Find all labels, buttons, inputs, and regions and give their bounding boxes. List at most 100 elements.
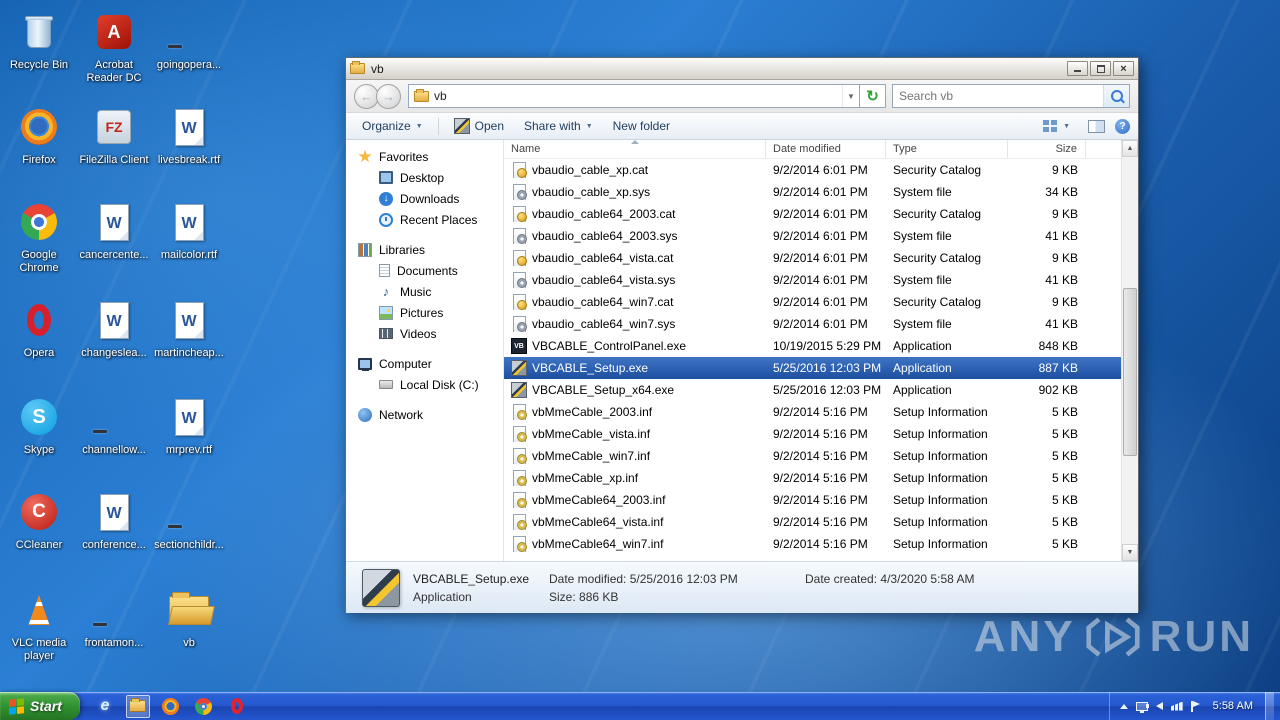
file-modified: 9/2/2014 5:16 PM [773,471,868,485]
views-icon [1043,119,1058,133]
desktop-icon-google-chrome[interactable]: Google Chrome [4,198,74,275]
desktop-icon-goingopera[interactable]: goingopera... [154,8,224,72]
file-row[interactable]: vbMmeCable64_win7.inf 9/2/2014 5:16 PM Set… [504,533,1121,555]
desktop-icon-mrprev[interactable]: mrprev.rtf [154,393,224,457]
minimize-button[interactable] [1067,61,1088,76]
desktop-icon-label: goingopera... [156,59,222,71]
vertical-scrollbar[interactable]: ▲ ▼ [1121,140,1138,561]
file-row[interactable]: vbMmeCable_2003.inf 9/2/2014 5:16 PM Setup… [504,401,1121,423]
file-modified: 9/2/2014 6:01 PM [773,317,868,331]
taskbar-clock[interactable]: 5:58 AM [1213,700,1253,712]
scroll-down-arrow-icon[interactable]: ▼ [1122,544,1138,561]
file-row[interactable]: vbMmeCable64_2003.inf 9/2/2014 5:16 PM Set… [504,489,1121,511]
sidebar-item-local-disk-c[interactable]: Local Disk (C:) [346,374,503,395]
sidebar-section-computer[interactable]: Computer [346,353,503,374]
desktop-icon-ccleaner[interactable]: CCleaner [4,488,74,552]
organize-button[interactable]: Organize ▼ [354,116,431,136]
file-row[interactable]: vbaudio_cable_xp.sys 9/2/2014 6:01 PM Syst… [504,181,1121,203]
desktop-icon-label: channellow... [82,444,146,456]
desktop-icon-martincheap[interactable]: martincheap... [154,296,224,360]
windows-explorer-taskbar-button[interactable] [125,694,150,718]
desktop-icon-vlc[interactable]: VLC media player [4,586,74,663]
sidebar-item-recent-places[interactable]: Recent Places [346,209,503,230]
setup-app-icon [511,360,527,376]
sidebar-section-network[interactable]: Network [346,404,503,425]
internet-explorer-taskbar-icon[interactable] [93,695,117,718]
close-button[interactable]: × [1113,61,1134,76]
file-modified: 9/2/2014 5:16 PM [773,449,868,463]
sidebar-item-pictures[interactable]: Pictures [346,302,503,323]
sidebar-item-documents[interactable]: Documents [346,260,503,281]
refresh-button[interactable]: ↻ [860,84,886,108]
desktop-icon-cancercente[interactable]: cancercente... [79,198,149,262]
new-folder-button[interactable]: New folder [605,116,678,136]
desktop-icon-conference[interactable]: conference... [79,488,149,552]
preview-pane-button[interactable] [1088,119,1105,133]
chrome-taskbar-icon[interactable] [192,695,216,718]
file-row[interactable]: vbaudio_cable64_vista.cat 9/2/2014 6:01 P… [504,247,1121,269]
firefox-taskbar-icon[interactable] [159,695,183,718]
address-bar[interactable]: vb ▼ [408,84,860,108]
action-center-tray-icon[interactable] [1190,700,1201,712]
show-desktop-button[interactable] [1265,692,1274,720]
desktop-icon-mailcolor[interactable]: mailcolor.rtf [154,198,224,262]
file-row[interactable]: vbaudio_cable64_vista.sys 9/2/2014 6:01 P… [504,269,1121,291]
desktop-icon-opera[interactable]: Opera [4,296,74,360]
file-row[interactable]: vbMmeCable_vista.inf 9/2/2014 5:16 PM Setu… [504,423,1121,445]
desktop-icon-channellow[interactable]: channellow... [79,393,149,457]
column-header-type[interactable]: Type [886,140,1008,158]
sidebar-item-videos[interactable]: Videos [346,323,503,344]
sidebar-section-favorites[interactable]: Favorites [346,146,503,167]
change-view-button[interactable]: ▼ [1035,117,1078,136]
start-button[interactable]: Start [0,692,80,720]
desktop-icon-skype[interactable]: Skype [4,393,74,457]
desktop[interactable]: { "colors":{"selection_blue":"#1d4fa0","… [0,0,1280,720]
desktop-icon-vb-folder[interactable]: vb [154,586,224,650]
column-header-date-modified[interactable]: Date modified [766,140,886,158]
volume-tray-icon[interactable] [1145,702,1163,710]
desktop-icon-sectionchildr[interactable]: sectionchildr... [154,488,224,552]
scrollbar-thumb[interactable] [1123,288,1137,456]
desktop-icon-filezilla[interactable]: FileZilla Client [79,103,149,167]
hidden-icons-arrow-icon[interactable] [1119,703,1128,709]
network-tray-icon[interactable] [1170,701,1183,711]
scroll-up-arrow-icon[interactable]: ▲ [1122,140,1138,157]
file-size: 41 KB [1045,229,1078,243]
file-row-selected[interactable]: VBCABLE_Setup.exe 5/25/2016 12:03 PM Appli… [504,357,1121,379]
help-button[interactable] [1115,118,1130,134]
file-row[interactable]: vbMmeCable_win7.inf 9/2/2014 5:16 PM Setup… [504,445,1121,467]
file-row[interactable]: vbaudio_cable64_win7.cat 9/2/2014 6:01 PM… [504,291,1121,313]
file-row[interactable]: vbMmeCable_xp.inf 9/2/2014 5:16 PM Setup I… [504,467,1121,489]
desktop-icon-frontamon[interactable]: frontamon... [79,586,149,650]
sidebar-section-libraries[interactable]: Libraries [346,239,503,260]
share-with-button[interactable]: Share with ▼ [516,116,601,136]
sidebar-item-music[interactable]: Music [346,281,503,302]
file-row[interactable]: VBCABLE_ControlPanel.exe 10/19/2015 5:29 … [504,335,1121,357]
address-dropdown-arrow[interactable]: ▼ [842,85,859,107]
desktop-icon-recycle-bin[interactable]: Recycle Bin [4,8,74,72]
column-header-name[interactable]: Name [504,140,766,158]
open-button[interactable]: Open [446,115,512,137]
file-row[interactable]: vbaudio_cable64_2003.sys 9/2/2014 6:01 PM… [504,225,1121,247]
file-row[interactable]: VBCABLE_Setup_x64.exe 5/25/2016 12:03 PM A… [504,379,1121,401]
column-header-size[interactable]: Size [1008,140,1086,158]
file-row[interactable]: vbMmeCable64_vista.inf 9/2/2014 5:16 PM Se… [504,511,1121,533]
file-row[interactable]: vbaudio_cable64_win7.sys 9/2/2014 6:01 PM… [504,313,1121,335]
desktop-icon-livesbreak[interactable]: livesbreak.rtf [154,103,224,167]
sidebar-item-downloads[interactable]: Downloads [346,188,503,209]
file-name: VBCABLE_Setup_x64.exe [532,383,675,397]
desktop-icon-firefox[interactable]: Firefox [4,103,74,167]
search-box[interactable] [892,84,1130,108]
opera-taskbar-icon[interactable] [225,695,249,718]
title-bar[interactable]: vb × [346,58,1138,80]
search-input[interactable] [893,89,1103,103]
file-row[interactable]: vbaudio_cable64_2003.cat 9/2/2014 6:01 PM… [504,203,1121,225]
maximize-button[interactable] [1090,61,1111,76]
forward-button[interactable]: → [376,83,401,109]
search-icon[interactable] [1103,85,1129,107]
desktop-icon-changeslea[interactable]: changeslea... [79,296,149,360]
file-row[interactable]: vbaudio_cable_xp.cat 9/2/2014 6:01 PM Secu… [504,159,1121,181]
details-file-type: Application [413,589,472,604]
sidebar-item-desktop[interactable]: Desktop [346,167,503,188]
desktop-icon-acrobat[interactable]: Acrobat Reader DC [79,8,149,85]
